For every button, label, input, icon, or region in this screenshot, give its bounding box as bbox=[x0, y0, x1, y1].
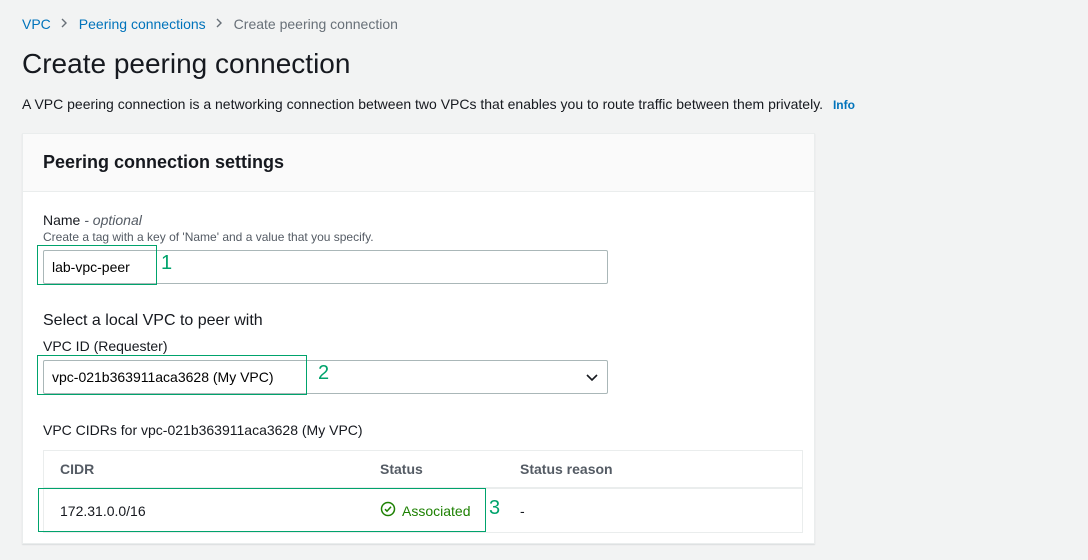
name-label: Name - optional bbox=[43, 212, 794, 228]
panel-title: Peering connection settings bbox=[43, 152, 794, 173]
chevron-right-icon bbox=[61, 17, 69, 31]
table-header-row: CIDR Status Status reason bbox=[44, 451, 802, 488]
panel-header: Peering connection settings bbox=[23, 134, 814, 192]
col-status: Status bbox=[380, 461, 520, 477]
settings-panel: Peering connection settings Name - optio… bbox=[22, 133, 815, 544]
name-label-text: Name bbox=[43, 212, 80, 228]
chevron-right-icon bbox=[216, 17, 224, 31]
col-cidr: CIDR bbox=[60, 461, 380, 477]
name-input[interactable] bbox=[43, 250, 608, 284]
breadcrumb: VPC Peering connections Create peering c… bbox=[22, 16, 1066, 32]
status-text: Associated bbox=[402, 503, 470, 519]
cell-cidr: 172.31.0.0/16 bbox=[60, 503, 380, 519]
page-subtitle: A VPC peering connection is a networking… bbox=[22, 94, 1066, 115]
vpc-id-label: VPC ID (Requester) bbox=[43, 338, 794, 354]
table-row: 172.31.0.0/16 Associated - bbox=[44, 488, 802, 532]
breadcrumb-vpc[interactable]: VPC bbox=[22, 16, 51, 32]
col-status-reason: Status reason bbox=[520, 461, 786, 477]
cidr-table: CIDR Status Status reason 172.31.0.0/16 … bbox=[43, 450, 803, 533]
breadcrumb-current: Create peering connection bbox=[234, 16, 398, 32]
breadcrumb-peering-connections[interactable]: Peering connections bbox=[79, 16, 206, 32]
cell-status: Associated bbox=[380, 501, 520, 520]
local-vpc-heading: Select a local VPC to peer with bbox=[43, 312, 794, 330]
name-hint: Create a tag with a key of 'Name' and a … bbox=[43, 230, 794, 244]
vpc-id-select[interactable]: vpc-021b363911aca3628 (My VPC) bbox=[43, 360, 608, 394]
info-link[interactable]: Info bbox=[833, 98, 855, 112]
cell-status-reason: - bbox=[520, 503, 786, 519]
vpc-cidrs-label: VPC CIDRs for vpc-021b363911aca3628 (My … bbox=[43, 422, 794, 438]
page-title: Create peering connection bbox=[22, 48, 1066, 80]
name-optional: - optional bbox=[80, 212, 141, 228]
page-subtitle-text: A VPC peering connection is a networking… bbox=[22, 96, 823, 112]
check-circle-icon bbox=[380, 501, 396, 520]
